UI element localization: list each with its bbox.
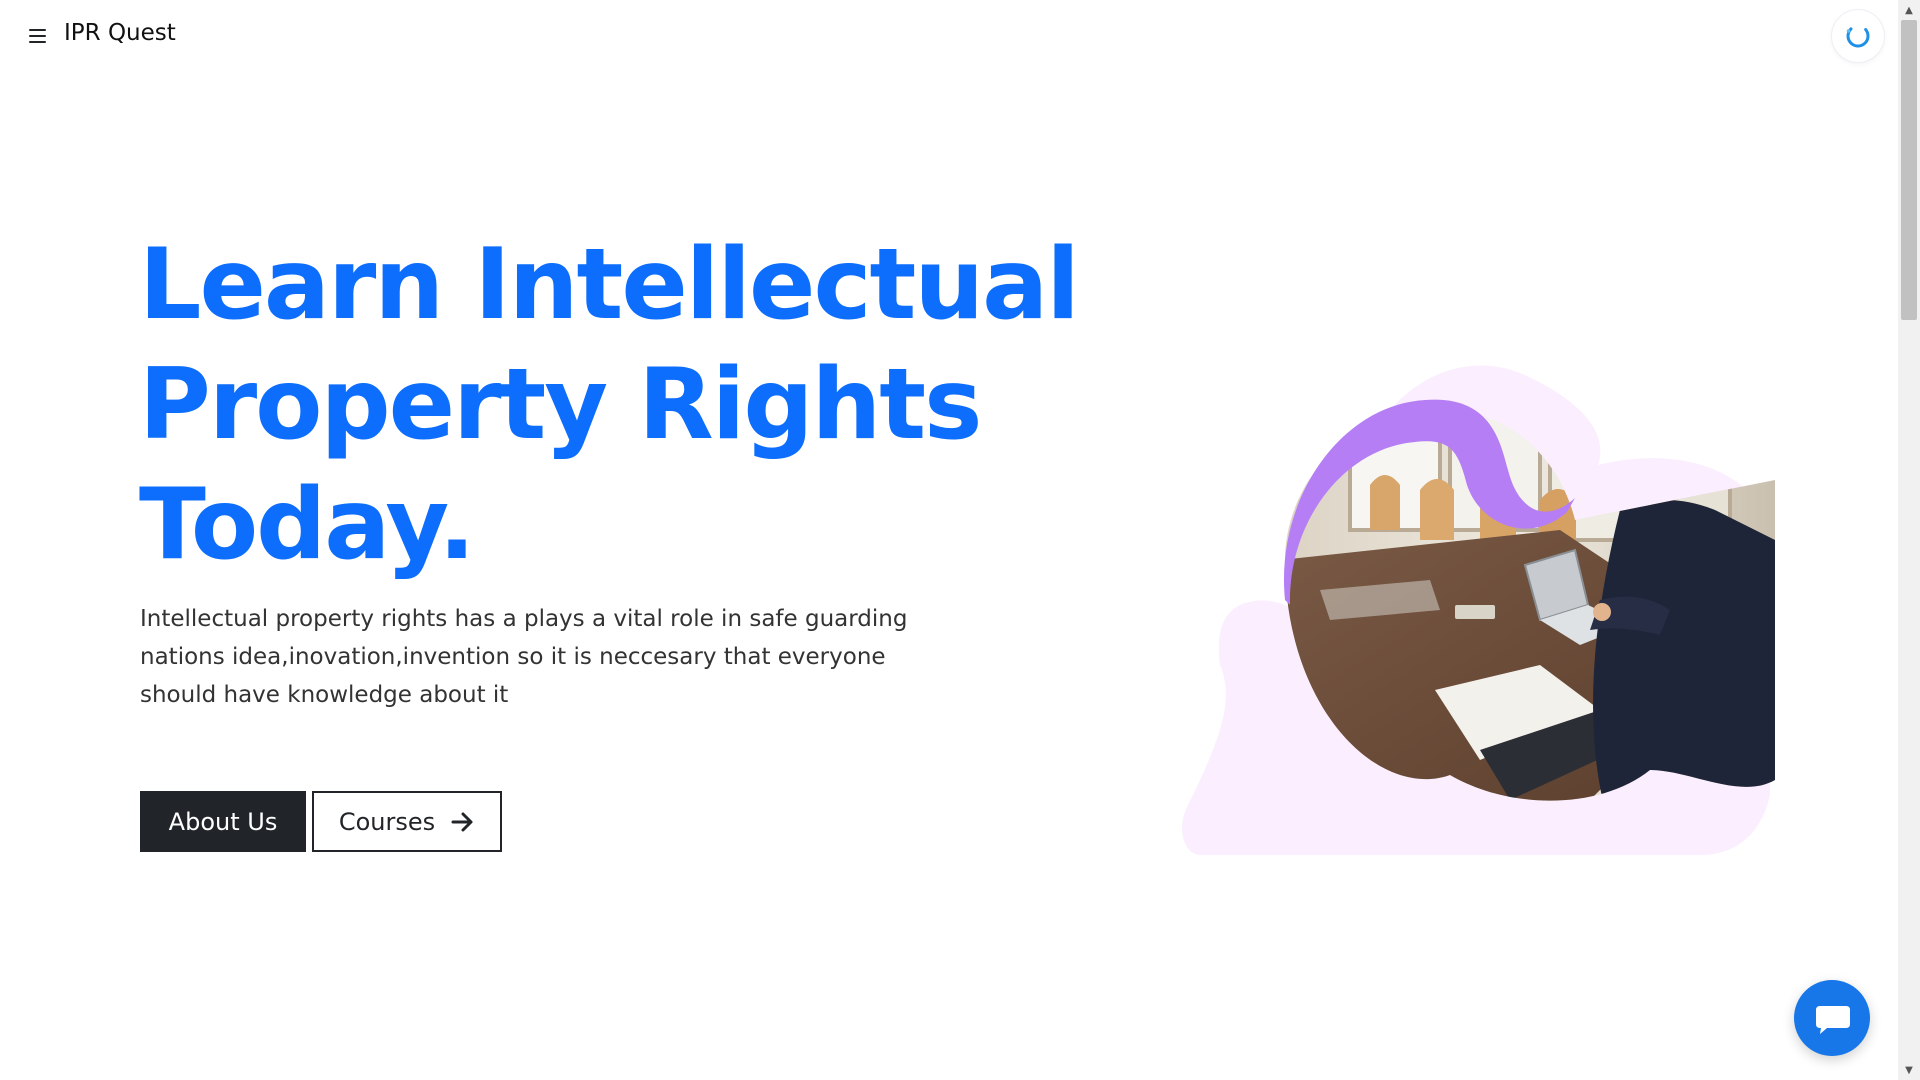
chat-button[interactable] — [1794, 980, 1870, 1056]
brand-name[interactable]: IPR Quest — [64, 20, 176, 46]
about-us-label: About Us — [168, 807, 278, 836]
hero-description: Intellectual property rights has a plays… — [140, 606, 908, 708]
about-us-button[interactable]: About Us — [140, 791, 306, 852]
hero-title-line: Property Rights — [139, 348, 982, 462]
chat-bubble-icon — [1816, 1006, 1850, 1034]
arrow-right-icon — [451, 812, 473, 831]
hero-title: Learn Intellectual Property Rights Today… — [139, 225, 1099, 585]
loading-spinner-icon — [1832, 10, 1884, 62]
courses-label: Courses — [338, 807, 436, 836]
menu-line — [29, 35, 46, 37]
menu-line — [29, 41, 46, 43]
navbar: IPR Quest — [0, 0, 1898, 72]
hero-illustration — [1180, 350, 1780, 860]
hamburger-menu-icon[interactable] — [29, 25, 49, 45]
scroll-up-arrow-icon[interactable]: ▲ — [1898, 0, 1920, 20]
hero-title-line: Learn Intellectual — [139, 228, 1080, 342]
menu-line — [29, 29, 46, 31]
courses-button[interactable]: Courses — [312, 791, 502, 852]
hero-title-line: Today. — [139, 468, 476, 582]
scroll-down-arrow-icon[interactable]: ▼ — [1898, 1060, 1920, 1080]
scroll-thumb[interactable] — [1901, 20, 1917, 320]
hero-photo — [1181, 365, 1775, 855]
page-scrollbar[interactable]: ▲ ▼ — [1898, 0, 1920, 1080]
